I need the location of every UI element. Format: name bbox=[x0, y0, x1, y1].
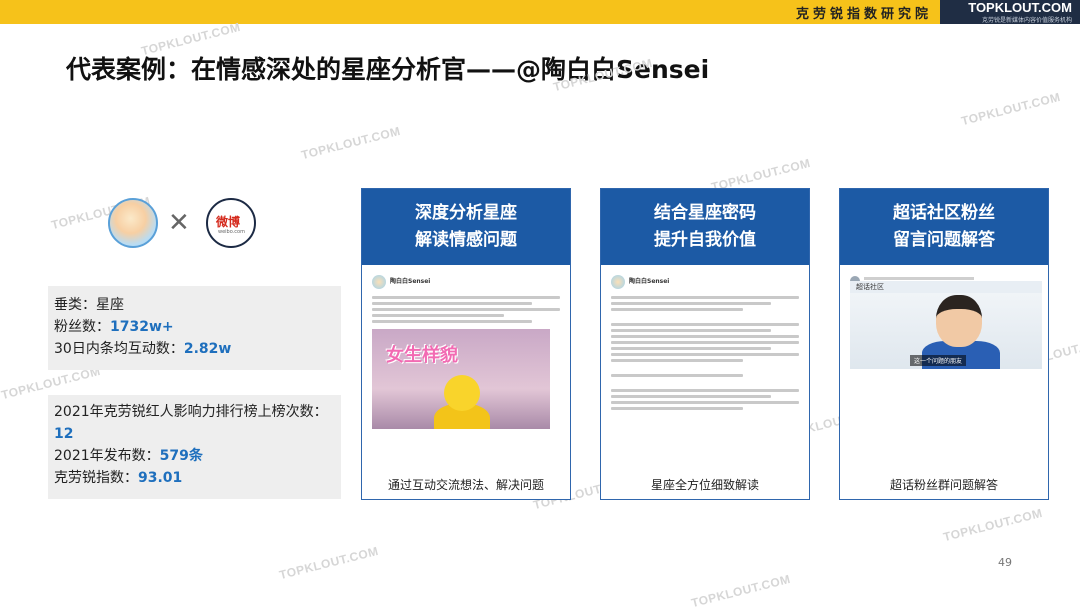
stat-category: 垂类：星座 bbox=[54, 294, 341, 316]
stat-label: 2021年克劳锐红人影响力排行榜上榜次数： bbox=[54, 404, 328, 420]
card-caption: 超话粉丝群问题解答 bbox=[889, 478, 998, 492]
stat-label: 垂类： bbox=[54, 297, 96, 313]
top-bar: 克劳锐指数研究院 TOPKLOUT.COM 克劳锐是新媒体内容价值服务机构 bbox=[0, 0, 1080, 24]
watermark: TOPKLOUT.COM bbox=[299, 123, 402, 163]
text-line bbox=[611, 302, 771, 305]
stat-label: 克劳锐指数： bbox=[54, 470, 138, 486]
post-image-title: 女生样貌 bbox=[386, 345, 458, 366]
watermark: TOPKLOUT.COM bbox=[277, 543, 380, 583]
creator-avatar bbox=[108, 198, 158, 248]
card-header: 超话社区粉丝 留言问题解答 bbox=[840, 189, 1048, 265]
video-screenshot: 超话社区 这一个问题的朋友 bbox=[850, 281, 1042, 369]
text-line bbox=[611, 353, 799, 356]
text-line bbox=[611, 308, 743, 311]
watermark: TOPKLOUT.COM bbox=[941, 505, 1044, 545]
stat-value: 579条 bbox=[159, 448, 203, 464]
text-line bbox=[611, 347, 771, 350]
post-avatar bbox=[611, 275, 625, 289]
text-line bbox=[611, 323, 799, 326]
stat-posts: 2021年发布数：579条 bbox=[54, 445, 341, 467]
brand-subtitle: 克劳锐是新媒体内容价值服务机构 bbox=[981, 17, 1072, 24]
page-number: 49 bbox=[998, 556, 1012, 569]
stat-value: 星座 bbox=[96, 297, 124, 313]
text-line bbox=[611, 407, 743, 410]
post-screenshot: 陶白白Sensei 女生样貌 bbox=[372, 275, 560, 465]
brand-logo-text: TOPKLOUT.COM bbox=[968, 0, 1072, 15]
stat-interactions: 30日内条均互动数：2.82w bbox=[54, 338, 341, 360]
post-avatar bbox=[372, 275, 386, 289]
watermark: TOPKLOUT.COM bbox=[959, 89, 1062, 129]
video-top-bar: 超话社区 bbox=[850, 281, 1042, 293]
org-name: 克劳锐指数研究院 bbox=[795, 7, 932, 22]
card-title-line: 结合星座密码 bbox=[654, 203, 756, 223]
card-header: 深度分析星座 解读情感问题 bbox=[362, 189, 570, 265]
case-card-2: 结合星座密码 提升自我价值 陶白白Sensei 星座全方位细致解读 bbox=[600, 188, 810, 500]
text-line bbox=[611, 401, 799, 404]
card-caption: 通过互动交流想法、解决问题 bbox=[387, 478, 544, 492]
case-card-3: 超话社区粉丝 留言问题解答 超话社区 这一个问题的朋友 超话粉丝群问题解答 bbox=[839, 188, 1049, 500]
card-title-line: 提升自我价值 bbox=[654, 230, 756, 250]
stat-index: 克劳锐指数：93.01 bbox=[54, 467, 341, 489]
card-title-line: 留言问题解答 bbox=[893, 230, 995, 250]
stats-box-ranking: 2021年克劳锐红人影响力排行榜上榜次数： 12 2021年发布数：579条 克劳… bbox=[48, 395, 341, 499]
post-header: 陶白白Sensei bbox=[611, 275, 799, 293]
stat-rank-count: 2021年克劳锐红人影响力排行榜上榜次数： 12 bbox=[54, 401, 341, 445]
stat-value: 12 bbox=[54, 426, 74, 442]
text-line bbox=[611, 341, 799, 344]
weibo-logo-text: 微博 bbox=[216, 215, 241, 229]
weibo-logo-sub: weibo.com bbox=[218, 229, 245, 235]
text-line bbox=[372, 296, 560, 299]
card-caption: 星座全方位细致解读 bbox=[650, 478, 759, 492]
text-line bbox=[372, 320, 532, 323]
stat-fans: 粉丝数：1732w+ bbox=[54, 316, 341, 338]
card-title-line: 深度分析星座 bbox=[415, 203, 517, 223]
text-line bbox=[372, 308, 560, 311]
stat-value: 2.82w bbox=[183, 341, 232, 357]
duck-illustration bbox=[444, 375, 480, 411]
post-username: 陶白白Sensei bbox=[629, 278, 670, 285]
stat-value: 93.01 bbox=[138, 470, 183, 486]
stat-label: 2021年发布数： bbox=[54, 448, 160, 464]
case-card-1: 深度分析星座 解读情感问题 陶白白Sensei 女生样貌 通过互动交流想法、解决… bbox=[361, 188, 571, 500]
text-line bbox=[611, 335, 799, 338]
text-line bbox=[611, 296, 799, 299]
watermark: TOPKLOUT.COM bbox=[689, 571, 792, 610]
stat-label: 粉丝数： bbox=[54, 319, 110, 335]
text-line bbox=[864, 277, 974, 280]
video-subtitle: 这一个问题的朋友 bbox=[910, 355, 967, 366]
text-line bbox=[611, 359, 743, 362]
text-line bbox=[611, 374, 743, 377]
card-header: 结合星座密码 提升自我价值 bbox=[601, 189, 809, 265]
post-header: 陶白白Sensei bbox=[372, 275, 560, 293]
card-title-line: 超话社区粉丝 bbox=[893, 203, 995, 223]
post-screenshot: 陶白白Sensei bbox=[611, 275, 799, 465]
person-illustration bbox=[936, 295, 982, 347]
page-title: 代表案例：在情感深处的星座分析官——@陶白白Sensei bbox=[66, 55, 710, 84]
post-image: 女生样貌 bbox=[372, 329, 550, 429]
stat-label: 30日内条均互动数： bbox=[54, 341, 184, 357]
brand-block: TOPKLOUT.COM 克劳锐是新媒体内容价值服务机构 bbox=[940, 0, 1080, 24]
logo-group: ✕ 微博 weibo.com bbox=[108, 196, 258, 252]
text-line bbox=[372, 314, 504, 317]
stat-value: 1732w+ bbox=[110, 319, 174, 335]
text-line bbox=[611, 329, 771, 332]
text-line bbox=[611, 395, 771, 398]
text-line bbox=[372, 302, 532, 305]
stats-box-basic: 垂类：星座 粉丝数：1732w+ 30日内条均互动数：2.82w bbox=[48, 286, 341, 370]
cross-icon: ✕ bbox=[168, 208, 190, 238]
card-title-line: 解读情感问题 bbox=[415, 230, 517, 250]
text-line bbox=[611, 389, 799, 392]
post-username: 陶白白Sensei bbox=[390, 278, 431, 285]
weibo-logo: 微博 weibo.com bbox=[206, 198, 256, 248]
